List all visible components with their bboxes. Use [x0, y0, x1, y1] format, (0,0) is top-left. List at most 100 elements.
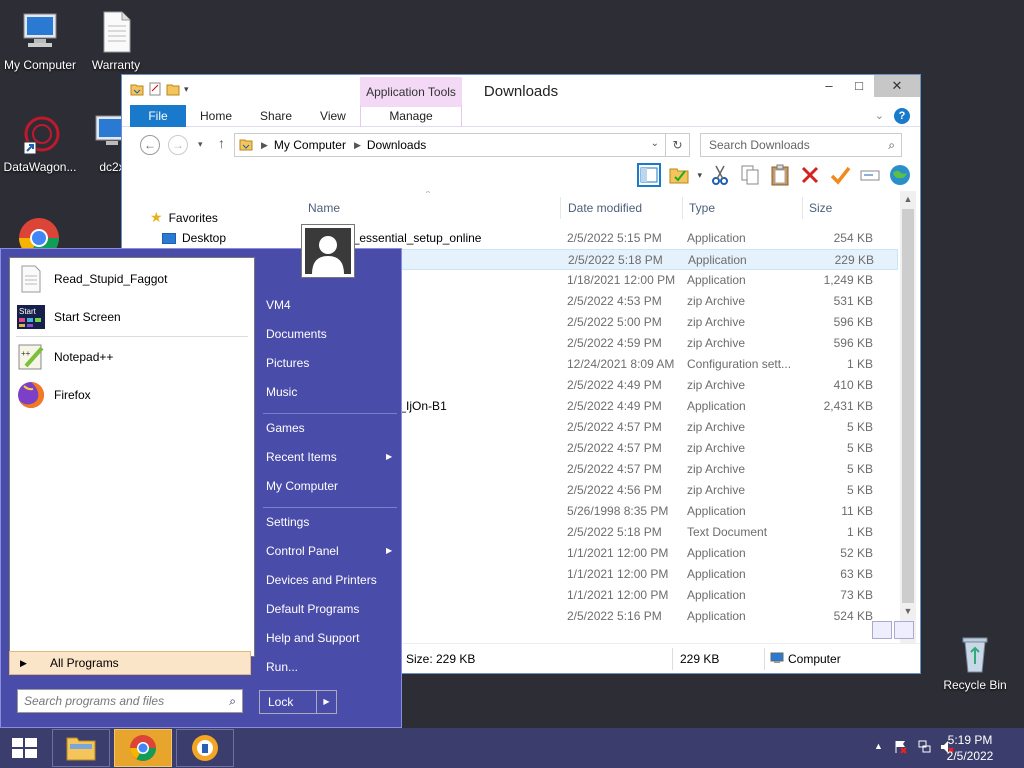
column-header-size[interactable]: Size — [809, 197, 832, 219]
taskbar-explorer[interactable] — [52, 729, 110, 767]
chevron-down-icon[interactable]: ⌄ — [651, 138, 659, 149]
taskbar-chrome[interactable] — [114, 729, 172, 767]
start-right-item[interactable]: Music — [266, 385, 297, 399]
start-right-item[interactable]: Settings — [266, 515, 309, 529]
start-right-item[interactable]: Recent Items ▶ — [266, 450, 392, 464]
desktop-icon-label: DataWagon... — [3, 160, 77, 174]
title-bar[interactable]: ▾ Application Tools Downloads – □ ✕ — [122, 75, 920, 107]
start-right-item[interactable]: VM4 — [266, 298, 291, 312]
tab-share[interactable]: Share — [246, 105, 306, 127]
file-type: Text Document — [687, 525, 768, 539]
maximize-button[interactable]: □ — [844, 75, 874, 97]
search-input[interactable]: Search Downloads ⌕ — [700, 133, 902, 157]
cut-icon[interactable] — [708, 163, 732, 187]
large-icons-view-icon[interactable] — [894, 621, 914, 639]
file-size: 5 KB — [846, 420, 873, 434]
folder-icon — [239, 137, 253, 154]
user-avatar[interactable] — [301, 224, 355, 278]
start-search-input[interactable]: Search programs and files ⌕ — [17, 689, 243, 713]
start-right-item[interactable]: Games — [266, 421, 305, 435]
start-item-start-screen[interactable]: Start Start Screen — [16, 302, 121, 332]
column-header-type[interactable]: Type — [689, 197, 715, 219]
paste-icon[interactable] — [768, 163, 792, 187]
column-header-date[interactable]: Date modified — [568, 197, 642, 219]
chrome-icon — [130, 735, 156, 761]
start-right-item[interactable]: Run... — [266, 660, 298, 674]
desktop-icon-my-computer[interactable]: My Computer — [0, 10, 80, 72]
forward-button[interactable]: → — [168, 135, 188, 155]
address-bar[interactable]: ▶ My Computer ▶ Downloads ⌄ — [234, 133, 666, 157]
preview-pane-icon[interactable] — [637, 163, 662, 187]
clock[interactable]: 5:19 PM 2/5/2022 — [940, 732, 1000, 764]
file-date: 1/18/2021 12:00 PM — [567, 273, 676, 287]
shield-icon — [192, 735, 218, 761]
start-item-read-stupid[interactable]: Read_Stupid_Faggot — [16, 264, 167, 294]
taskbar-app-shield[interactable] — [176, 729, 234, 767]
start-right-item[interactable]: Help and Support — [266, 631, 359, 645]
network-icon[interactable] — [918, 740, 932, 757]
file-size: 63 KB — [840, 567, 873, 581]
start-item-notepad-plus[interactable]: ++ Notepad++ — [16, 342, 113, 372]
scroll-up-icon[interactable]: ▲ — [900, 191, 916, 207]
chrome-desktop-icon[interactable] — [17, 216, 61, 248]
start-right-item[interactable]: My Computer — [266, 479, 338, 493]
details-view-icon[interactable] — [872, 621, 892, 639]
sort-indicator-icon: ^ — [426, 191, 430, 198]
desktop-icon-warranty[interactable]: Warranty — [76, 10, 156, 72]
all-programs-button[interactable]: ▶ All Programs — [9, 651, 251, 675]
start-menu-programs: Read_Stupid_Faggot Start Start Screen ++… — [9, 257, 255, 657]
expand-ribbon-icon[interactable]: ⌄ — [875, 109, 884, 122]
back-button[interactable]: ← — [140, 135, 160, 155]
desktop-icon-recycle-bin[interactable]: Recycle Bin — [935, 630, 1015, 692]
rename-icon[interactable] — [858, 163, 882, 187]
tab-home[interactable]: Home — [186, 105, 246, 127]
start-right-item[interactable]: Default Programs — [266, 602, 359, 616]
file-type: Application — [687, 231, 746, 245]
nav-desktop[interactable]: Desktop — [162, 231, 226, 245]
search-icon: ⌕ — [229, 694, 236, 708]
breadcrumb-my-computer[interactable]: My Computer — [274, 138, 346, 152]
start-right-item[interactable]: Pictures — [266, 356, 309, 370]
scrollbar-thumb[interactable] — [902, 209, 914, 603]
chevron-down-icon[interactable]: ▾ — [697, 170, 702, 181]
copy-icon[interactable] — [738, 163, 762, 187]
delete-icon[interactable] — [798, 163, 822, 187]
file-date: 1/1/2021 12:00 PM — [567, 588, 669, 602]
properties-folder-icon[interactable] — [667, 163, 691, 187]
minimize-button[interactable]: – — [814, 75, 844, 97]
recent-locations-icon[interactable]: ▾ — [198, 139, 203, 150]
vertical-scrollbar[interactable]: ▲ ▼ — [900, 191, 916, 643]
checkmark-icon[interactable] — [828, 163, 852, 187]
help-icon[interactable]: ? — [894, 108, 910, 124]
lock-options-icon[interactable]: ▶ — [316, 691, 336, 713]
start-button[interactable] — [0, 728, 50, 768]
tab-manage[interactable]: Manage — [360, 104, 462, 127]
scroll-down-icon[interactable]: ▼ — [900, 603, 916, 619]
file-size: 52 KB — [840, 546, 873, 560]
window-title: Downloads — [483, 83, 559, 100]
action-center-icon[interactable] — [894, 740, 908, 757]
command-toolbar: ▾ — [122, 161, 920, 191]
lock-button[interactable]: Lock ▶ — [259, 690, 337, 714]
file-size: 1,249 KB — [823, 273, 873, 287]
file-size: 229 KB — [834, 253, 874, 267]
start-item-firefox[interactable]: Firefox — [16, 380, 91, 410]
start-right-item[interactable]: Devices and Printers — [266, 573, 377, 587]
start-right-item[interactable]: Control Panel ▶ — [266, 544, 392, 558]
nav-favorites[interactable]: ★ Favorites — [150, 209, 218, 226]
file-name: _one_essential_setup_online — [326, 231, 482, 245]
status-location: Computer — [788, 652, 841, 666]
globe-icon[interactable] — [888, 163, 912, 187]
breadcrumb-downloads[interactable]: Downloads — [367, 138, 426, 152]
file-row[interactable]: _one_essential_setup_online 2/5/2022 5:15… — [300, 228, 898, 249]
start-right-item[interactable]: Documents — [266, 327, 327, 341]
tab-file[interactable]: File — [130, 104, 186, 127]
tab-view[interactable]: View — [306, 105, 360, 127]
tray-expand-icon[interactable]: ▲ — [874, 741, 883, 751]
column-header-name[interactable]: Name — [308, 197, 340, 219]
desktop-icon-datawagon[interactable]: DataWagon... — [0, 112, 80, 174]
close-button[interactable]: ✕ — [874, 75, 920, 97]
up-arrow-icon[interactable]: ↑ — [218, 135, 225, 151]
file-size: 5 KB — [846, 462, 873, 476]
refresh-button[interactable]: ↻ — [666, 133, 690, 157]
